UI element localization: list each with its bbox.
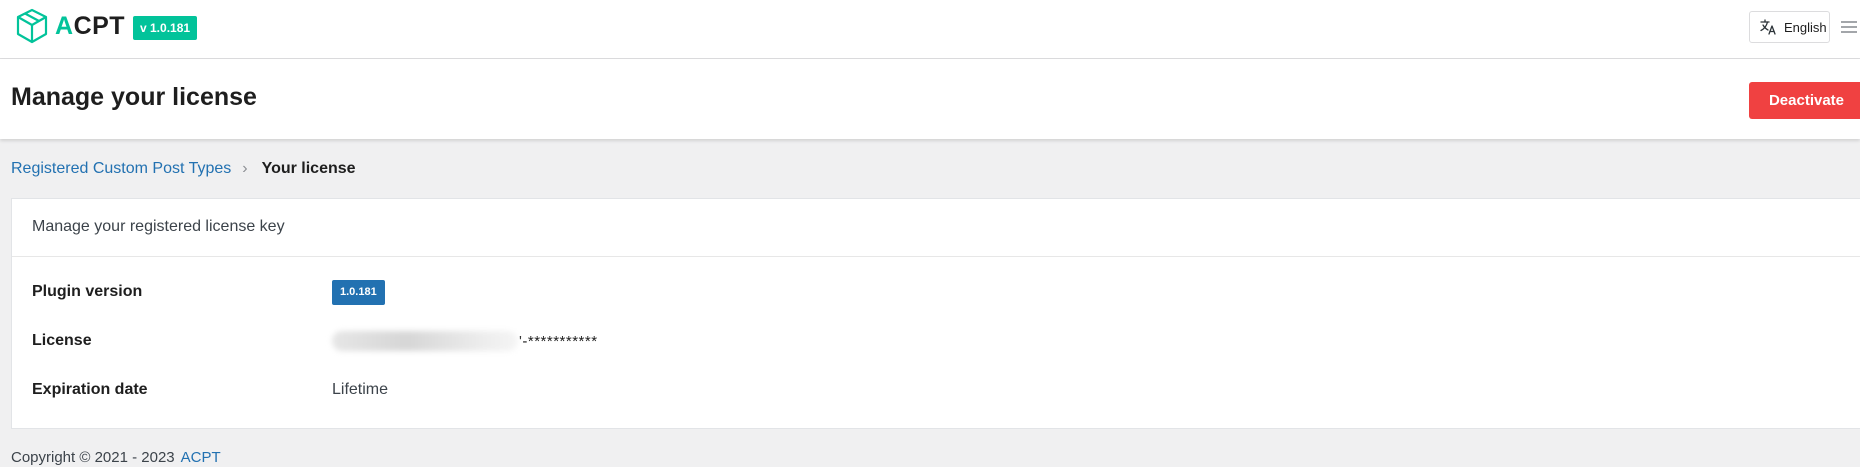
brand-name[interactable]: ACPT	[55, 12, 125, 41]
language-selector[interactable]: English	[1749, 11, 1830, 43]
chevron-right-icon: ›	[242, 160, 248, 177]
deactivate-button[interactable]: Deactivate	[1749, 82, 1860, 119]
plugin-version-badge: 1.0.181	[332, 279, 385, 305]
language-label: English	[1784, 19, 1827, 35]
license-key-masked: '-***********	[519, 332, 598, 350]
expiration-label: Expiration date	[32, 381, 148, 398]
breadcrumb-current: Your license	[261, 160, 356, 177]
cube-logo-icon[interactable]	[16, 8, 48, 44]
expiration-row: Expiration date Lifetime	[32, 378, 1832, 402]
license-card: Manage your registered license key Plugi…	[11, 198, 1860, 429]
footer-acpt-link[interactable]: ACPT	[181, 449, 221, 466]
breadcrumb: Registered Custom Post Types › Your lice…	[11, 160, 356, 178]
page-header: Manage your license Deactivate	[0, 59, 1860, 139]
breadcrumb-link-post-types[interactable]: Registered Custom Post Types	[11, 160, 231, 178]
top-bar: ACPT v 1.0.181 English	[0, 0, 1860, 59]
license-key-value: '-***********	[332, 331, 598, 351]
brand-rest: CPT	[73, 12, 126, 40]
copyright-text: Copyright © 2021 - 2023	[11, 449, 175, 466]
license-row: License '-***********	[32, 329, 1832, 353]
plugin-version-label: Plugin version	[32, 283, 143, 300]
page-title: Manage your license	[11, 83, 257, 111]
footer: Copyright © 2021 - 2023 ACPT	[11, 449, 221, 466]
license-label: License	[32, 332, 92, 349]
card-description: Manage your registered license key	[12, 199, 1860, 257]
translate-icon	[1760, 19, 1776, 35]
expiration-value: Lifetime	[332, 381, 389, 398]
version-badge: v 1.0.181	[133, 16, 198, 40]
plugin-version-row: Plugin version 1.0.181	[32, 279, 1832, 305]
brand-initial: A	[55, 12, 74, 40]
redacted-key-blur	[332, 331, 518, 351]
hamburger-menu-icon[interactable]	[1840, 19, 1858, 35]
